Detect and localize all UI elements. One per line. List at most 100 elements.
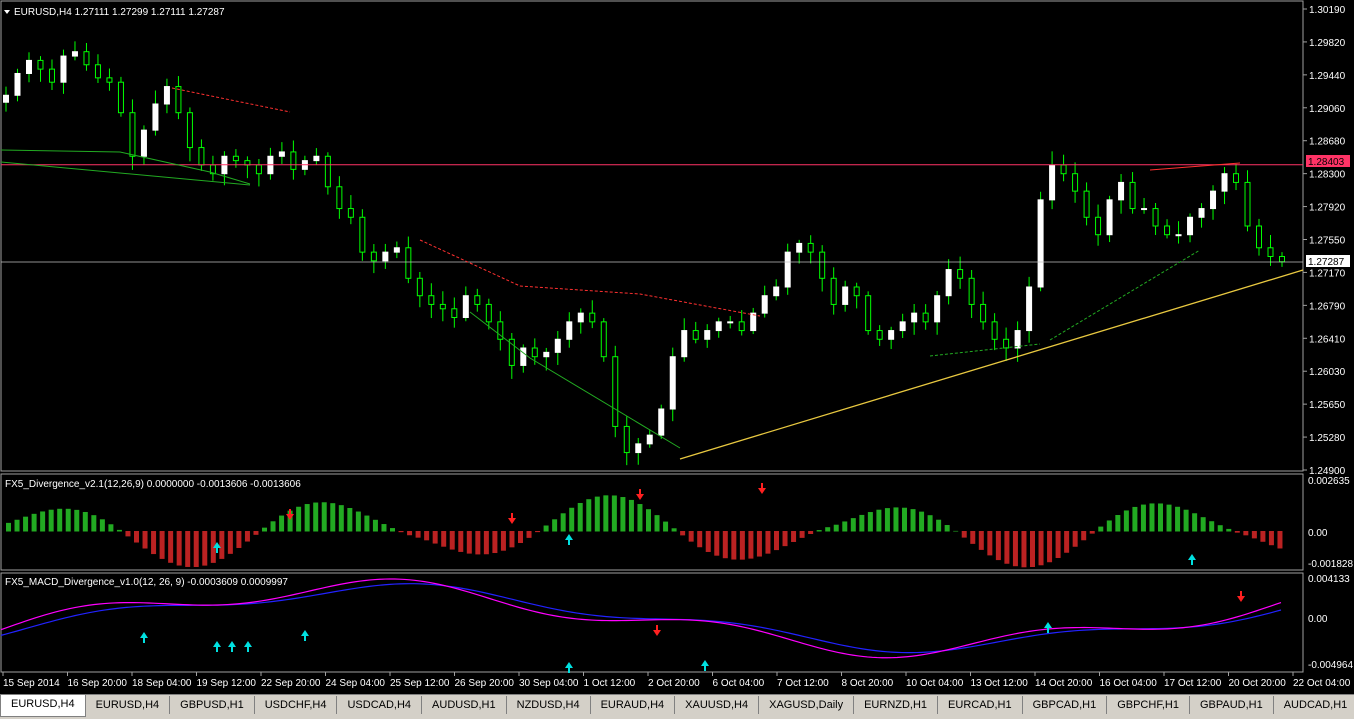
histogram-bar	[833, 524, 839, 532]
tab-eurcad-h1[interactable]: EURCAD,H1	[938, 696, 1023, 714]
candle-body	[25, 59, 32, 74]
candle-body	[290, 151, 297, 170]
histogram-bar	[765, 531, 771, 554]
divergence-line	[419, 239, 761, 317]
ind1-label-zero: 0.00	[1308, 528, 1328, 539]
candle-body	[1129, 181, 1136, 210]
tab-usdchf-h4[interactable]: USDCHF,H4	[255, 696, 338, 714]
candle-body	[71, 51, 78, 57]
tab-gbpcad-h1[interactable]: GBPCAD,H1	[1023, 696, 1108, 714]
histogram-bar	[987, 531, 993, 556]
tab-euraud-h4[interactable]: EURAUD,H4	[591, 696, 676, 714]
tab-xagusd-daily[interactable]: XAGUSD,Daily	[759, 696, 855, 714]
candle-body	[1026, 286, 1033, 332]
histogram-bar	[244, 531, 250, 542]
histogram-bar	[509, 531, 515, 548]
candle-body	[968, 277, 975, 305]
histogram-bar	[1277, 531, 1283, 549]
histogram-bar	[1217, 525, 1223, 532]
histogram-bar	[262, 527, 267, 532]
candle-body	[382, 251, 389, 262]
candle-body	[612, 356, 619, 427]
tab-audusd-h1[interactable]: AUDUSD,H1	[422, 696, 507, 714]
histogram-bar	[637, 504, 643, 532]
price-tick-label: 1.28680	[1309, 137, 1346, 148]
histogram-bar	[364, 515, 370, 532]
histogram-bar	[91, 515, 97, 532]
time-tick-label: 20 Oct 20:00	[1229, 678, 1287, 689]
tab-audcad-h1[interactable]: AUDCAD,H1	[1274, 696, 1354, 714]
candle-body	[1175, 234, 1182, 237]
tab-gbpusd-h1[interactable]: GBPUSD,H1	[170, 696, 255, 714]
candle-body	[1118, 181, 1125, 201]
histogram-bar	[543, 525, 549, 532]
histogram-bar	[6, 522, 11, 532]
candle-body	[531, 347, 538, 358]
histogram-bar	[731, 531, 737, 560]
histogram-bar	[569, 507, 575, 532]
histogram-bar	[663, 521, 669, 532]
candle-body	[853, 286, 860, 297]
time-tick-label: 18 Sep 04:00	[132, 678, 192, 689]
histogram-bar	[577, 502, 583, 532]
histogram-bar	[355, 511, 361, 532]
price-tick-label: 1.26790	[1309, 301, 1346, 312]
tab-usdcad-h4[interactable]: USDCAD,H4	[337, 696, 423, 714]
candle-body	[405, 247, 412, 279]
histogram-bar	[279, 515, 285, 532]
tab-xauusd-h4[interactable]: XAUUSD,H4	[675, 696, 760, 714]
candle-body	[106, 77, 113, 83]
candle-body	[681, 330, 688, 358]
candle-body	[715, 321, 722, 332]
candle-body	[819, 251, 826, 279]
histogram-bar	[1158, 503, 1163, 532]
candle-body	[1198, 208, 1205, 218]
histogram-bar	[842, 521, 848, 532]
triangle-down-icon[interactable]	[4, 10, 10, 14]
histogram-bar	[99, 519, 105, 532]
candle-body	[957, 269, 964, 279]
chart-tabs-bar: EURUSD,H4 EURUSD,H4 GBPUSD,H1 USDCHF,H4 USDC…	[0, 694, 1354, 719]
tab-gbpaud-h1[interactable]: GBPAUD,H1	[1190, 696, 1274, 714]
candle-body	[1037, 199, 1044, 288]
candle-body	[370, 251, 377, 262]
histogram-bar	[347, 507, 353, 532]
chart-window[interactable]: 1.30190 1.29820 1.29440 1.29060 1.28680 1.283…	[0, 0, 1354, 694]
histogram-bar	[372, 519, 378, 532]
candle-body	[1060, 164, 1067, 175]
histogram-bar	[483, 531, 489, 555]
candle-body	[911, 312, 918, 323]
tab-eurnzd-h1[interactable]: EURNZD,H1	[854, 696, 939, 714]
time-tick-label: 16 Oct 04:00	[1100, 678, 1158, 689]
time-tick-label: 16 Sep 20:00	[68, 678, 128, 689]
candle-body	[750, 312, 757, 332]
histogram-bar	[552, 519, 558, 532]
candle-body	[761, 295, 768, 314]
candle-body	[428, 295, 435, 305]
overlay-lines	[0, 87, 1304, 460]
time-tick-label: 25 Sep 12:00	[390, 678, 450, 689]
histogram-bar	[705, 531, 711, 552]
histogram-bar	[1055, 531, 1061, 558]
candle-body	[991, 321, 998, 340]
histogram-bar	[697, 531, 703, 548]
tab-nzdusd-h4[interactable]: NZDUSD,H4	[507, 696, 591, 714]
histogram-bar	[151, 531, 157, 555]
histogram-bar	[304, 504, 310, 532]
tab-eurusd-h4[interactable]: EURUSD,H4	[86, 696, 171, 714]
histogram-bar	[774, 531, 779, 551]
divergence-line	[1049, 249, 1201, 341]
candle-body	[117, 81, 124, 114]
histogram-bar	[782, 531, 788, 547]
histogram-bar	[995, 531, 1001, 561]
tab-gbpchf-h1[interactable]: GBPCHF,H1	[1107, 696, 1190, 714]
ind2-label-top: 0.004133	[1308, 574, 1350, 585]
candle-body	[255, 164, 262, 175]
tab-eurusd-h4[interactable]: EURUSD,H4	[0, 695, 86, 717]
histogram-bar	[1192, 513, 1198, 532]
histogram-bar	[142, 531, 148, 549]
histogram-bar	[867, 512, 873, 532]
histogram-bar	[227, 531, 233, 554]
histogram-bar	[646, 509, 651, 532]
histogram-bar	[688, 531, 694, 542]
